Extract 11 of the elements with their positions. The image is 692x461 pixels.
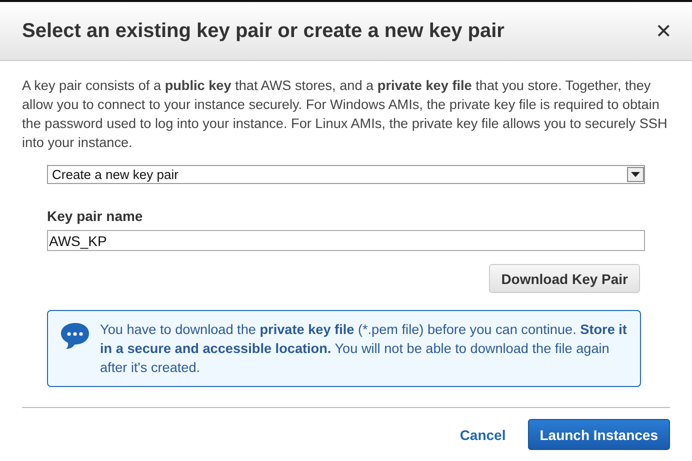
intro-paragraph: A key pair consists of a public key that AWS stores, and a private key file that you store. Together, they allow you to connect to your instance securely. For Windows AMIs, the private key file is required to obtain the password used to log into your instance. For Linux AMIs, the private key file allows you to securely SSH into your instance. (22, 77, 668, 152)
info-message: You have to download the private key file (*.pem file) before you can continue. Store it in a secure and accessible location. You will not be able to download the file again after it's created. (100, 321, 628, 376)
launch-instances-button[interactable]: Launch Instances (528, 419, 670, 450)
dialog-title: Select an existing key pair or create a new key pair (22, 20, 504, 42)
field-label: Key pair name (47, 208, 144, 224)
download-key-pair-button[interactable]: Download Key Pair (489, 264, 640, 293)
key-pair-dropdown[interactable]: Create a new key pair (47, 165, 645, 184)
cancel-link[interactable]: Cancel (460, 426, 506, 442)
chat-bubble-icon (60, 322, 90, 350)
key-pair-name-field[interactable]: AWS_KP (47, 230, 645, 251)
close-button[interactable]: ✕ (655, 19, 672, 43)
